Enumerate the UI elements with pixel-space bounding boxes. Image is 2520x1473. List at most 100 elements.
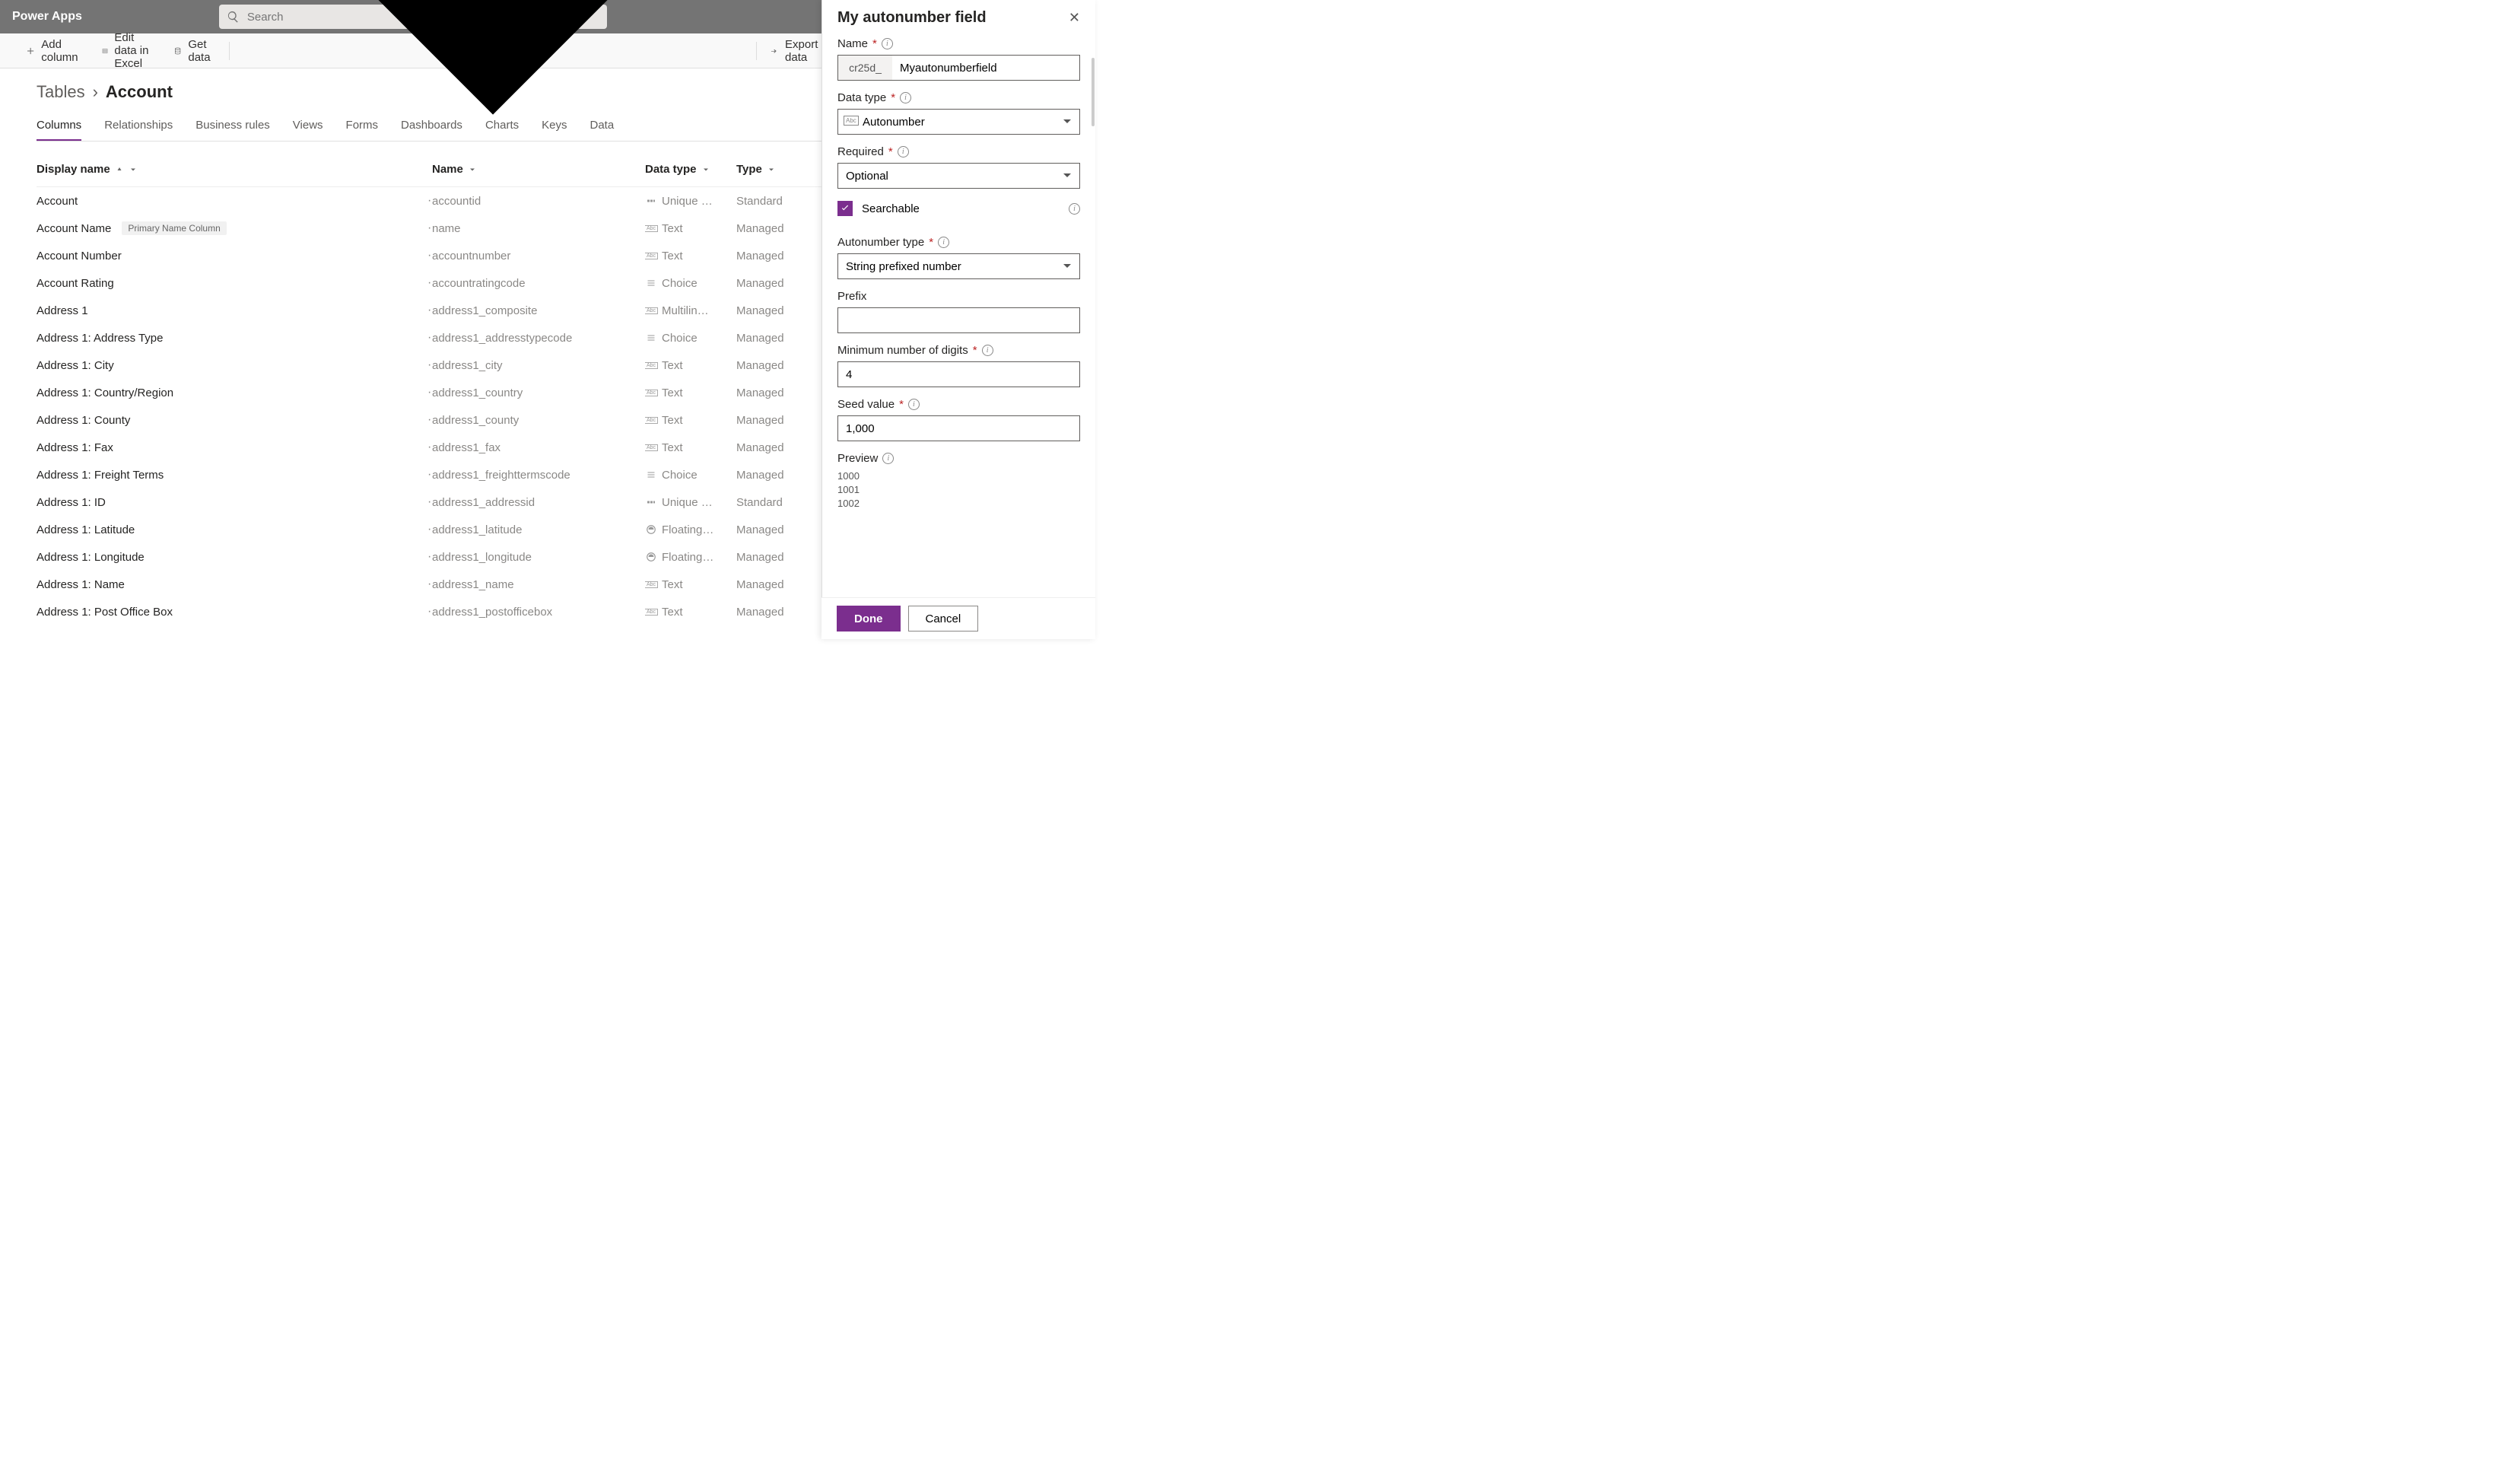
prefix-label: Prefix xyxy=(837,290,866,303)
chevron-down-icon[interactable] xyxy=(468,165,477,174)
row-more-button[interactable]: · · · xyxy=(427,414,432,427)
info-icon[interactable]: i xyxy=(908,399,920,410)
name-cell: address1_fax xyxy=(432,441,645,454)
type-cell: Managed xyxy=(736,222,820,235)
done-button[interactable]: Done xyxy=(837,606,901,632)
info-icon[interactable]: i xyxy=(938,237,949,248)
cancel-button[interactable]: Cancel xyxy=(908,606,979,632)
row-more-button[interactable]: · · · xyxy=(427,332,432,345)
info-icon[interactable]: i xyxy=(1069,203,1080,215)
datatype-icon xyxy=(645,278,657,288)
required-marker: * xyxy=(872,37,877,50)
header-type[interactable]: Type xyxy=(736,163,820,176)
row-more-button[interactable]: · · · xyxy=(427,441,432,454)
row-more-button[interactable]: · · · xyxy=(427,250,432,262)
name-cell: accountid xyxy=(432,195,645,208)
required-marker: * xyxy=(899,398,904,411)
row-more-button[interactable]: · · · xyxy=(427,195,432,208)
chevron-down-icon[interactable] xyxy=(701,165,710,174)
row-more-button[interactable]: · · · xyxy=(427,221,432,235)
header-name[interactable]: Name xyxy=(432,163,645,176)
display-name-cell: Address 1: Address Type xyxy=(37,332,164,345)
info-icon[interactable]: i xyxy=(898,146,909,157)
seed-input[interactable] xyxy=(837,415,1080,441)
tab-charts[interactable]: Charts xyxy=(485,119,519,141)
datatype-cell: AbcText xyxy=(645,441,736,454)
datatype-cell: AbcText xyxy=(645,578,736,591)
preview-values: 100010011002 xyxy=(837,469,1080,511)
row-more-button[interactable]: · · · xyxy=(427,606,432,619)
name-cell: address1_addresstypecode xyxy=(432,332,645,345)
name-prefix: cr25d_ xyxy=(837,55,892,81)
row-more-button[interactable]: · · · xyxy=(427,359,432,372)
header-display-name[interactable]: Display name xyxy=(37,163,432,176)
type-cell: Managed xyxy=(736,578,820,591)
chevron-down-icon[interactable] xyxy=(129,165,138,174)
datatype-cell: AbcText xyxy=(645,222,736,235)
chevron-down-icon[interactable] xyxy=(767,165,776,174)
autonum-type-label: Autonumber type xyxy=(837,236,924,249)
preview-value: 1002 xyxy=(837,497,1080,511)
excel-icon xyxy=(102,44,108,58)
panel-scrollbar[interactable] xyxy=(1091,5,1095,578)
edit-excel-button[interactable]: Edit data in Excel xyxy=(94,27,161,75)
tab-views[interactable]: Views xyxy=(293,119,323,141)
info-icon[interactable]: i xyxy=(982,345,993,356)
row-more-button[interactable]: · · · xyxy=(427,387,432,399)
breadcrumb-parent[interactable]: Tables xyxy=(37,82,85,102)
searchable-checkbox-row[interactable]: Searchable i xyxy=(837,201,1080,216)
display-name-cell: Account Name xyxy=(37,222,111,235)
info-icon[interactable]: i xyxy=(882,453,894,464)
required-select[interactable]: Optional xyxy=(837,163,1080,189)
required-marker: * xyxy=(929,236,933,249)
export-data-button[interactable]: Export data xyxy=(762,33,830,68)
add-column-button[interactable]: Add column xyxy=(18,33,90,68)
export-icon xyxy=(770,44,779,58)
row-more-button[interactable]: · · · xyxy=(427,523,432,536)
datatype-icon: Abc xyxy=(645,443,657,452)
datatype-select[interactable]: Autonumber xyxy=(837,109,1080,135)
searchable-checkbox[interactable] xyxy=(837,201,853,216)
mindigits-input[interactable] xyxy=(837,361,1080,387)
tab-columns[interactable]: Columns xyxy=(37,119,81,141)
datatype-cell: AbcText xyxy=(645,387,736,399)
seed-label: Seed value xyxy=(837,398,895,411)
export-data-label: Export data xyxy=(785,38,823,64)
type-cell: Managed xyxy=(736,304,820,317)
name-cell: accountratingcode xyxy=(432,277,645,290)
prefix-input[interactable] xyxy=(837,307,1080,333)
required-marker: * xyxy=(891,91,895,104)
name-cell: name xyxy=(432,222,645,235)
tab-dashboards[interactable]: Dashboards xyxy=(401,119,462,141)
type-cell: Managed xyxy=(736,606,820,619)
get-data-button[interactable]: Get data xyxy=(166,33,223,68)
info-icon[interactable]: i xyxy=(900,92,911,103)
tab-business-rules[interactable]: Business rules xyxy=(195,119,270,141)
datatype-icon xyxy=(645,470,657,479)
datatype-icon: Abc xyxy=(645,251,657,260)
info-icon[interactable]: i xyxy=(882,38,893,49)
tab-keys[interactable]: Keys xyxy=(542,119,567,141)
datatype-cell: Choice xyxy=(645,332,736,345)
name-input[interactable] xyxy=(892,55,1080,81)
header-data-type[interactable]: Data type xyxy=(645,163,736,176)
row-more-button[interactable]: · · · xyxy=(427,304,432,317)
datatype-cell: AbcText xyxy=(645,250,736,262)
row-more-button[interactable]: · · · xyxy=(427,578,432,591)
row-more-button[interactable]: · · · xyxy=(427,469,432,482)
panel-title: My autonumber field xyxy=(837,9,987,27)
row-more-button[interactable]: · · · xyxy=(427,277,432,290)
tab-data[interactable]: Data xyxy=(589,119,614,141)
name-label: Name xyxy=(837,37,868,50)
tab-forms[interactable]: Forms xyxy=(346,119,379,141)
preview-value: 1001 xyxy=(837,483,1080,497)
type-cell: Managed xyxy=(736,359,820,372)
tab-relationships[interactable]: Relationships xyxy=(104,119,173,141)
type-cell: Managed xyxy=(736,250,820,262)
close-button[interactable]: ✕ xyxy=(1069,10,1080,26)
autonum-type-select[interactable]: String prefixed number xyxy=(837,253,1080,279)
row-more-button[interactable]: · · · xyxy=(427,551,432,564)
datatype-icon xyxy=(645,333,657,342)
row-more-button[interactable]: · · · xyxy=(427,496,432,509)
display-name-cell: Address 1: Post Office Box xyxy=(37,606,173,619)
